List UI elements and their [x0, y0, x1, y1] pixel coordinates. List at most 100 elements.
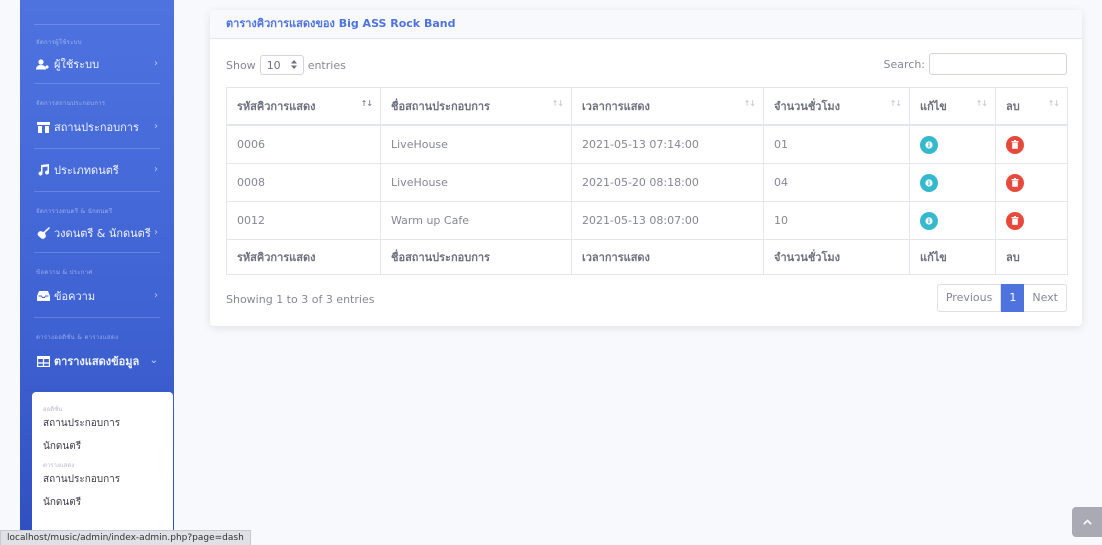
column-header-time[interactable]: เวลาการแสดง ↑↓: [571, 87, 764, 126]
cell-hours: 01: [763, 124, 910, 164]
cell-venue: LiveHouse: [380, 124, 572, 164]
entries-label: entries: [307, 58, 346, 72]
column-header-delete[interactable]: ลบ ↑↓: [995, 87, 1068, 126]
sidebar-item-schedule[interactable]: ตารางแสดงข้อมูล ⌄: [20, 348, 174, 374]
cell-delete: [995, 124, 1068, 164]
users-icon: [36, 58, 50, 70]
column-header-hours[interactable]: จำนวนชั่วโมง ↑↓: [763, 87, 910, 126]
sidebar-item-label: สถานประกอบการ: [54, 121, 139, 134]
card-title: ตารางคิวการแสดงของ Big ASS Rock Band: [226, 17, 456, 30]
show-label: Show: [226, 58, 256, 72]
column-header-venue[interactable]: ชื่อสถานประกอบการ ↑↓: [380, 87, 572, 126]
table-header-row: รหัสคิวการแสดง ↑↓ ชื่อสถานประกอบการ ↑↓ เวล…: [226, 87, 1068, 126]
chevron-right-icon: ›: [154, 58, 158, 69]
cell-hours: 04: [763, 163, 910, 202]
schedule-submenu: ออดิชั่น สถานประกอบการ นักดนตรี ตารางแสด…: [32, 392, 173, 545]
footer-header-venue: ชื่อสถานประกอบการ: [380, 239, 572, 275]
table-icon: [36, 355, 50, 367]
sidebar-item-label: ผู้ใช้ระบบ: [54, 58, 100, 71]
sidebar-heading: จัดการผู้ใช้ระบบ: [36, 39, 82, 46]
sidebar-item-music-types[interactable]: ประเภทดนตรี ›: [20, 157, 174, 183]
sidebar: จัดการผู้ใช้ระบบ ผู้ใช้ระบบ › จัดการสถาน…: [20, 0, 174, 545]
sidebar-heading: จัดการวงดนตรี & นักดนตรี: [36, 208, 113, 215]
inbox-icon: [36, 290, 50, 302]
music-icon: [36, 164, 50, 176]
schedule-card: ตารางคิวการแสดงของ Big ASS Rock Band Sho…: [210, 10, 1082, 326]
page-1-button[interactable]: 1: [1001, 284, 1025, 312]
search-input[interactable]: [929, 53, 1067, 75]
cell-venue: LiveHouse: [380, 163, 572, 202]
entries-select-value: 10: [266, 58, 281, 72]
sidebar-heading: ตารางออดิชั่น & ตารางแสดง: [36, 334, 119, 341]
sort-icon: ↑↓: [551, 99, 564, 108]
sidebar-divider: [34, 148, 160, 149]
select-arrows-icon: [290, 59, 297, 72]
trash-icon: [1011, 178, 1019, 187]
footer-header-id: รหัสคิวการแสดง: [226, 239, 381, 275]
cell-time: 2021-05-13 08:07:00: [571, 201, 764, 240]
chevron-right-icon: ›: [154, 164, 158, 175]
delete-button[interactable]: [1006, 135, 1024, 154]
submenu-heading: ตารางแสดง: [43, 462, 75, 469]
sidebar-heading: ข้อความ & ประกาศ: [36, 269, 93, 276]
pagination: Previous 1 Next: [936, 284, 1067, 312]
chevron-down-icon: ⌄: [149, 355, 158, 366]
previous-button[interactable]: Previous: [936, 284, 1002, 312]
table-row: 0008 LiveHouse 2021-05-20 08:18:00 04: [226, 163, 1068, 202]
table-row: 0006 LiveHouse 2021-05-13 07:14:00 01: [226, 124, 1068, 164]
info-icon: [925, 140, 933, 149]
schedule-table: รหัสคิวการแสดง ↑↓ ชื่อสถานประกอบการ ↑↓ เวล…: [226, 87, 1068, 275]
sidebar-item-label: วงดนตรี & นักดนตรี: [54, 227, 151, 240]
cell-id: 0008: [226, 163, 381, 202]
scroll-to-top-button[interactable]: [1072, 507, 1102, 537]
sidebar-heading: จัดการสถานประกอบการ: [36, 100, 106, 107]
footer-header-time: เวลาการแสดง: [571, 239, 764, 275]
column-header-edit[interactable]: แก้ไข ↑↓: [909, 87, 996, 126]
trash-icon: [1011, 216, 1019, 225]
card-header: ตารางคิวการแสดงของ Big ASS Rock Band: [210, 10, 1082, 39]
cell-id: 0012: [226, 201, 381, 240]
sort-icon: ↑↓: [743, 99, 756, 108]
cell-hours: 10: [763, 201, 910, 240]
trash-icon: [1011, 140, 1019, 149]
next-button[interactable]: Next: [1024, 284, 1067, 312]
chevron-right-icon: ›: [154, 121, 158, 132]
sort-icon: ↑↓: [360, 99, 373, 108]
info-icon: [925, 178, 933, 187]
sidebar-item-label: ข้อความ: [54, 290, 96, 303]
cell-time: 2021-05-20 08:18:00: [571, 163, 764, 202]
sidebar-item-venues[interactable]: สถานประกอบการ ›: [20, 114, 174, 140]
edit-button[interactable]: [920, 211, 938, 230]
submenu-heading: ออดิชั่น: [43, 406, 63, 413]
column-header-id[interactable]: รหัสคิวการแสดง ↑↓: [226, 87, 381, 126]
info-icon: [925, 216, 933, 225]
search-label: Search:: [883, 57, 926, 71]
sidebar-item-label: ประเภทดนตรี: [54, 164, 119, 177]
edit-button[interactable]: [920, 173, 938, 192]
sort-icon: ↑↓: [1047, 99, 1060, 108]
search-control: Search:: [883, 53, 1067, 75]
cell-edit: [909, 124, 996, 164]
browser-status-url: localhost/music/admin/index-admin.php?pa…: [0, 530, 251, 545]
table-footer-row: รหัสคิวการแสดง ชื่อสถานประกอบการ เวลาการ…: [226, 239, 1068, 275]
cell-delete: [995, 163, 1068, 202]
submenu-item-audition-venues[interactable]: สถานประกอบการ: [32, 412, 173, 435]
table-info: Showing 1 to 3 of 3 entries: [226, 293, 375, 306]
sidebar-item-users[interactable]: ผู้ใช้ระบบ ›: [20, 51, 174, 77]
submenu-item-audition-musicians[interactable]: นักดนตรี: [32, 435, 173, 458]
sidebar-item-bands[interactable]: วงดนตรี & นักดนตรี ›: [20, 220, 174, 246]
submenu-item-show-musicians[interactable]: นักดนตรี: [32, 491, 173, 514]
footer-header-delete: ลบ: [995, 239, 1068, 275]
submenu-item-show-venues[interactable]: สถานประกอบการ: [32, 468, 173, 491]
delete-button[interactable]: [1006, 173, 1024, 192]
entries-select[interactable]: 10: [259, 55, 304, 75]
delete-button[interactable]: [1006, 211, 1024, 230]
edit-button[interactable]: [920, 135, 938, 154]
guitar-icon: [36, 227, 50, 239]
store-icon: [36, 121, 50, 133]
chevron-right-icon: ›: [154, 290, 158, 301]
cell-id: 0006: [226, 124, 381, 164]
footer-header-hours: จำนวนชั่วโมง: [763, 239, 910, 275]
cell-time: 2021-05-13 07:14:00: [571, 124, 764, 164]
sidebar-item-messages[interactable]: ข้อความ ›: [20, 283, 174, 309]
